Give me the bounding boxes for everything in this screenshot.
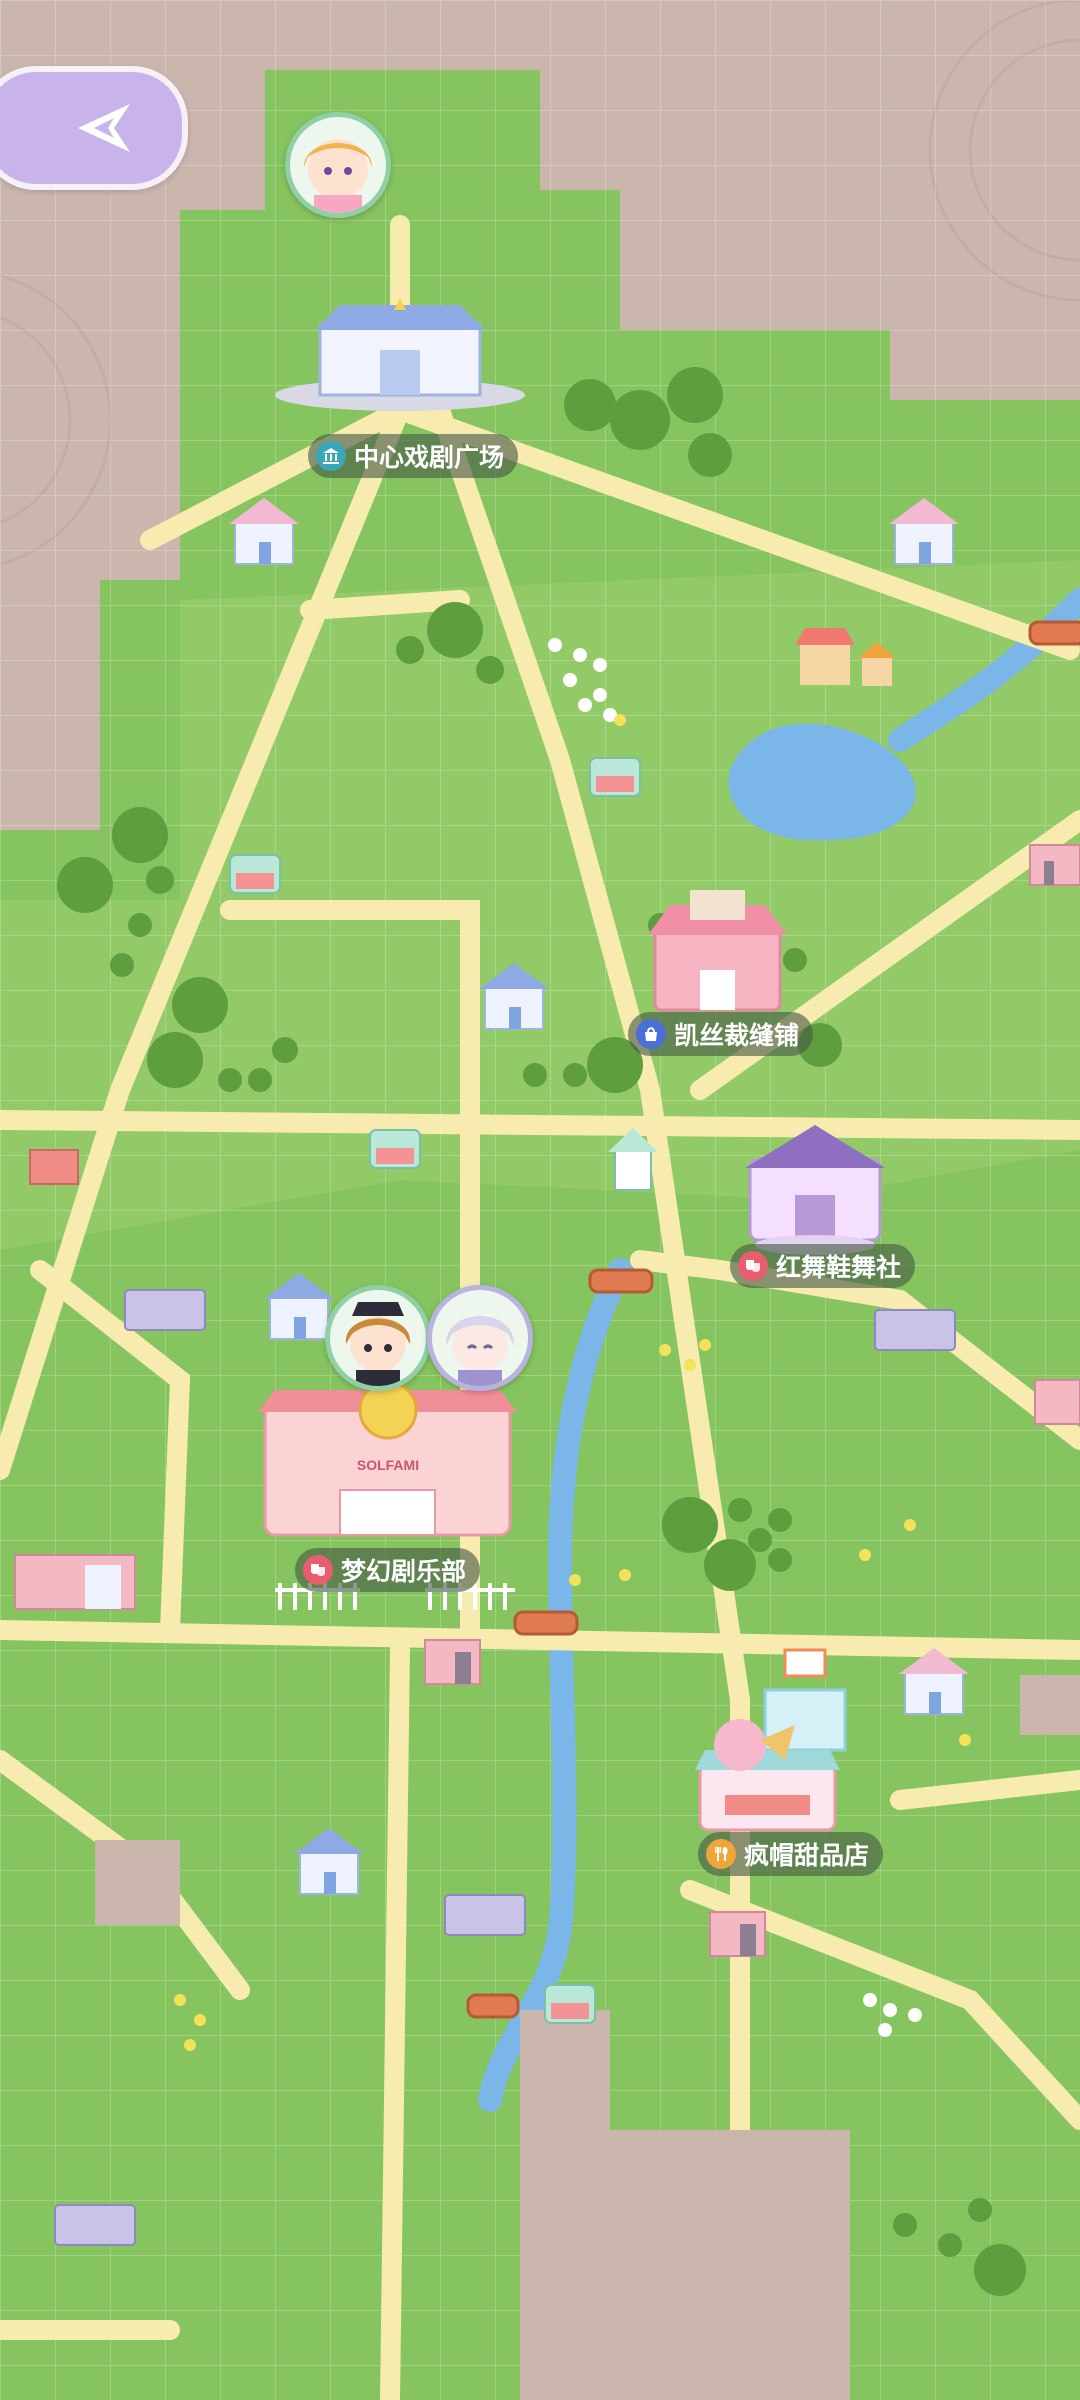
theatre-sign: SOLFAMI	[357, 1457, 419, 1473]
location-name: 凯丝裁缝铺	[674, 1022, 800, 1050]
fork-spoon-icon	[706, 1839, 736, 1869]
character-avatar-silver-hair[interactable]	[427, 1285, 533, 1391]
back-button[interactable]	[0, 66, 188, 190]
empty-puzzle-piece	[95, 1840, 180, 1925]
map-screen: SOLFAMI 中心戏剧广场 凯丝裁缝铺 红舞鞋舞社 梦幻剧乐部 疯帽甜品店	[0, 0, 1080, 2400]
location-name: 疯帽甜品店	[744, 1842, 870, 1870]
museum-icon	[316, 441, 346, 471]
location-label-dream-theater[interactable]: 梦幻剧乐部	[295, 1548, 481, 1592]
location-name: 梦幻剧乐部	[341, 1558, 467, 1586]
kaisi-tailor-building[interactable]	[648, 890, 787, 1012]
location-label-kaisi-tailor[interactable]: 凯丝裁缝铺	[628, 1012, 814, 1056]
location-label-mad-hat-dessert[interactable]: 疯帽甜品店	[698, 1832, 884, 1876]
location-name: 中心戏剧广场	[354, 444, 505, 472]
location-label-central-drama-plaza[interactable]: 中心戏剧广场	[308, 434, 519, 478]
bag-icon	[636, 1019, 666, 1049]
location-label-red-dance-shoes[interactable]: 红舞鞋舞社	[730, 1244, 916, 1288]
character-avatar-brown-hair[interactable]	[325, 1285, 431, 1391]
character-avatar-blonde[interactable]	[285, 112, 391, 218]
compass-arrow-icon	[78, 104, 130, 152]
empty-puzzle-piece	[1020, 1675, 1080, 1735]
drama-mask-icon	[738, 1251, 768, 1281]
city-map[interactable]: SOLFAMI	[0, 0, 1080, 2400]
dream-theater-building[interactable]: SOLFAMI	[258, 1380, 517, 1537]
location-name: 红舞鞋舞社	[776, 1254, 902, 1282]
drama-mask-icon	[303, 1555, 333, 1585]
